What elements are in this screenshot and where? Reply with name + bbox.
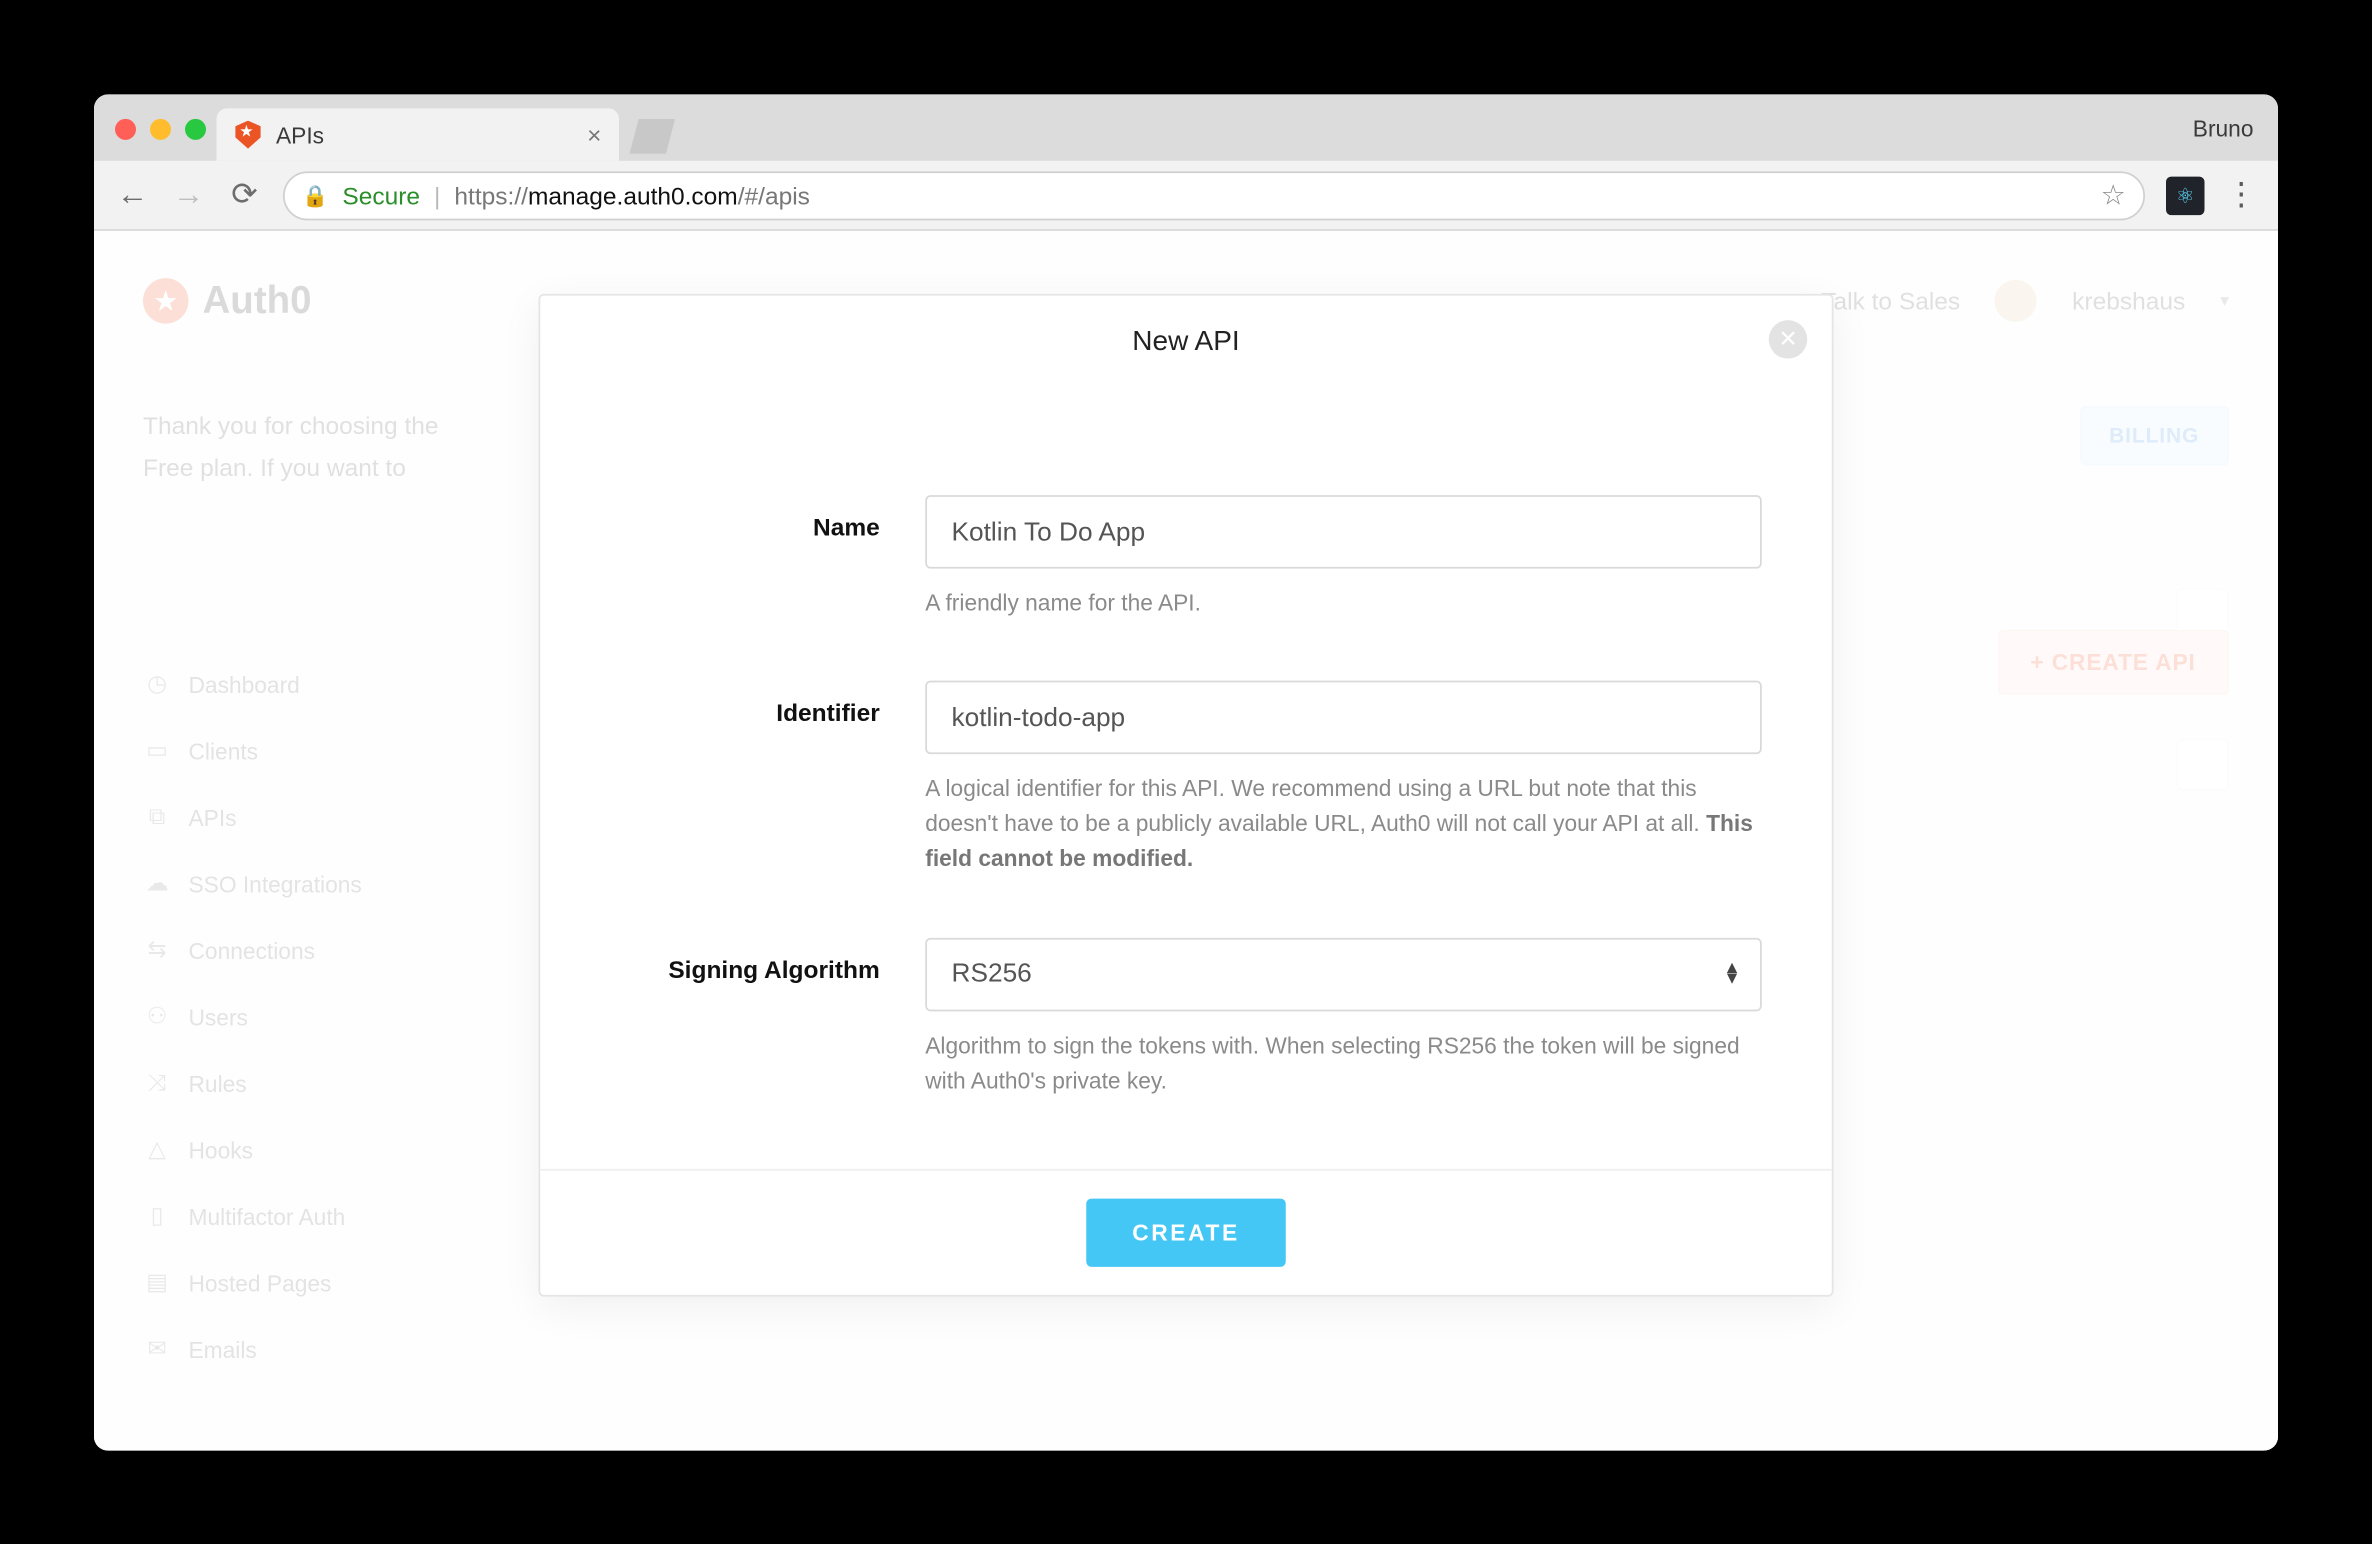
url-domain: manage.auth0.com <box>528 181 738 209</box>
browser-tab[interactable]: APIs × <box>217 108 620 161</box>
create-button[interactable]: CREATE <box>1087 1198 1286 1266</box>
chrome-menu-icon[interactable]: ⋮ <box>2226 176 2258 213</box>
form-row-identifier: Identifier A logical identifier for this… <box>610 680 1762 877</box>
new-api-modal: New API ✕ Name A friendly name for the A… <box>539 293 1834 1295</box>
modal-body: Name A friendly name for the API. Identi… <box>540 372 1832 1168</box>
modal-header: New API ✕ <box>540 295 1832 372</box>
modal-title: New API <box>1132 327 1239 357</box>
modal-overlay[interactable]: New API ✕ Name A friendly name for the A… <box>94 230 2278 1450</box>
window-close-button[interactable] <box>115 118 136 139</box>
modal-footer: CREATE <box>540 1168 1832 1294</box>
auth0-favicon-icon <box>234 120 262 148</box>
react-devtools-extension-icon[interactable]: ⚛ <box>2166 175 2205 214</box>
browser-window: APIs × Bruno ← → ⟳ 🔒 Secure | https://ma… <box>94 94 2278 1450</box>
forward-icon[interactable]: → <box>171 176 206 213</box>
name-help: A friendly name for the API. <box>925 586 1762 621</box>
app-viewport: ★ Auth0 Talk to Sales krebshaus ▾ Thank … <box>94 230 2278 1450</box>
lock-icon: 🔒 <box>302 182 328 207</box>
form-row-name: Name A friendly name for the API. <box>610 495 1762 621</box>
bookmark-star-icon[interactable]: ☆ <box>2101 177 2126 212</box>
url-path: /#/apis <box>738 181 810 209</box>
window-zoom-button[interactable] <box>185 118 206 139</box>
name-label: Name <box>610 495 925 621</box>
close-icon: ✕ <box>1778 325 1797 353</box>
tab-title: APIs <box>276 121 324 147</box>
chrome-toolbar: ← → ⟳ 🔒 Secure | https://manage.auth0.co… <box>94 160 2278 230</box>
window-minimize-button[interactable] <box>150 118 171 139</box>
traffic-lights <box>115 118 206 139</box>
close-tab-icon[interactable]: × <box>587 120 601 148</box>
new-tab-button[interactable] <box>630 118 676 153</box>
secure-label: Secure <box>342 181 420 209</box>
algorithm-help: Algorithm to sign the tokens with. When … <box>925 1028 1762 1098</box>
address-bar[interactable]: 🔒 Secure | https://manage.auth0.com/#/ap… <box>283 170 2145 219</box>
identifier-label: Identifier <box>610 680 925 877</box>
algorithm-select[interactable] <box>925 937 1762 1011</box>
name-input[interactable] <box>925 495 1762 569</box>
form-row-algorithm: Signing Algorithm ▲▼ Algorithm to sign t… <box>610 937 1762 1098</box>
identifier-input[interactable] <box>925 680 1762 754</box>
identifier-help: A logical identifier for this API. We re… <box>925 771 1762 877</box>
reload-icon[interactable]: ⟳ <box>227 176 262 213</box>
modal-close-button[interactable]: ✕ <box>1769 320 1808 359</box>
url-scheme: https:// <box>454 181 528 209</box>
chrome-tab-strip: APIs × Bruno <box>94 94 2278 161</box>
algorithm-label: Signing Algorithm <box>610 937 925 1098</box>
browser-profile-name[interactable]: Bruno <box>2193 115 2254 141</box>
back-icon[interactable]: ← <box>115 176 150 213</box>
